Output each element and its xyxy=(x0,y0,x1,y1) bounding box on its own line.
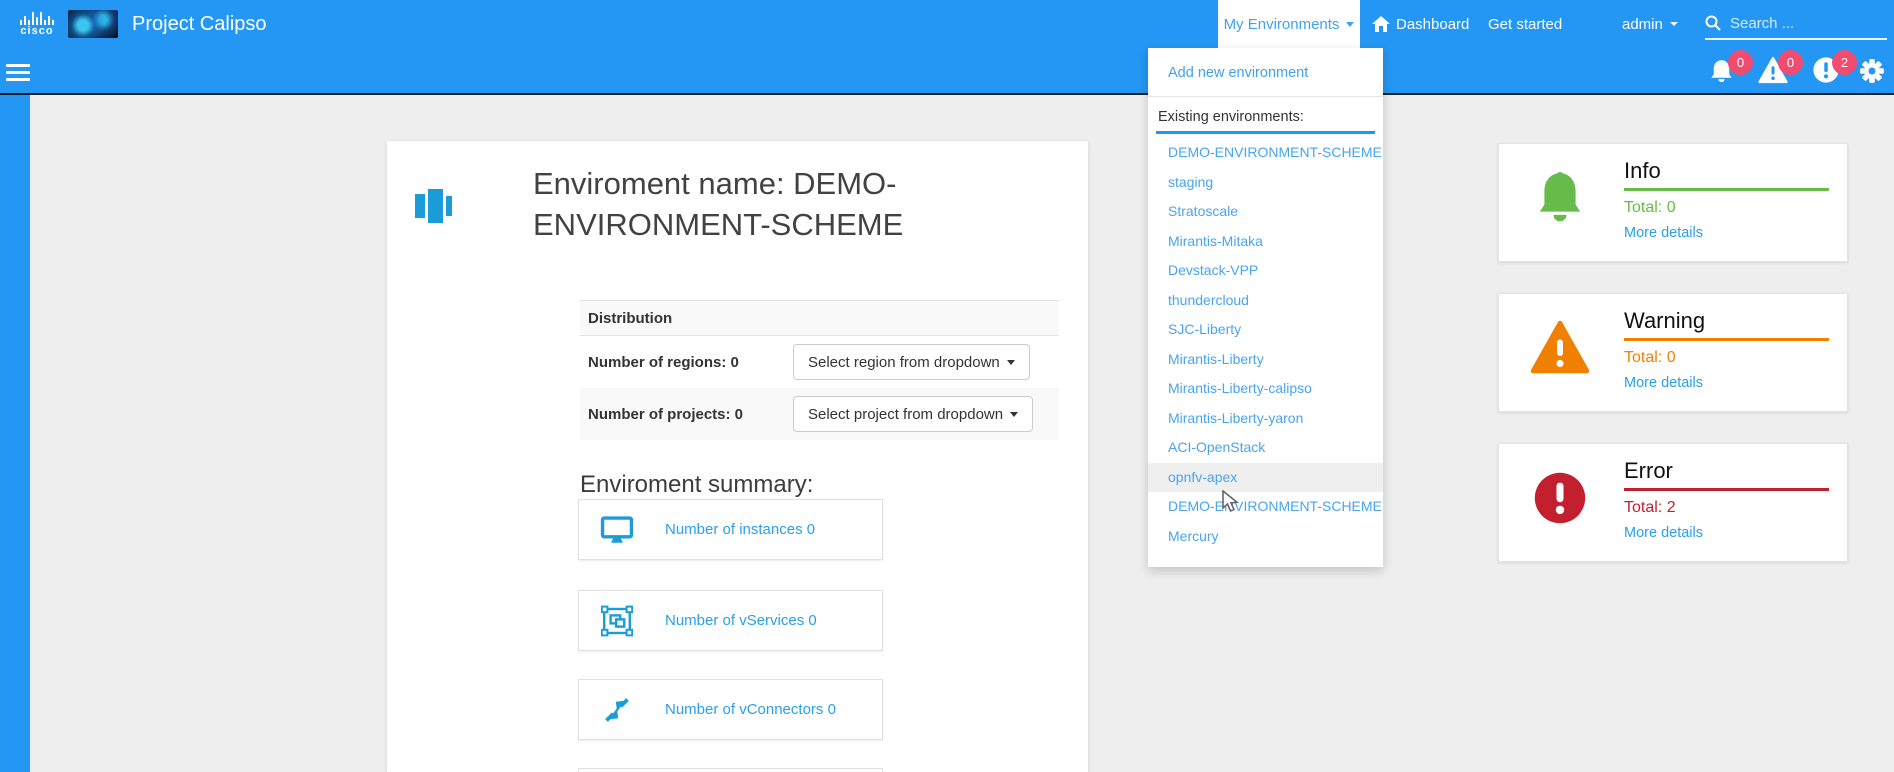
my-environments-label: My Environments xyxy=(1224,16,1340,33)
environment-item[interactable]: Mirantis-Liberty-yaron xyxy=(1148,404,1383,434)
mouse-cursor xyxy=(1222,490,1244,514)
info-more-details-link[interactable]: More details xyxy=(1624,225,1703,241)
select-project-label: Select project from dropdown xyxy=(808,406,1003,423)
vservice-icon xyxy=(597,605,637,637)
regions-row: Number of regions: 0 Select region from … xyxy=(580,336,1059,388)
bell-icon xyxy=(1529,170,1591,226)
notifications-bell-button[interactable]: 0 xyxy=(1708,56,1738,86)
distribution-header: Distribution xyxy=(580,300,1059,336)
select-project-dropdown-button[interactable]: Select project from dropdown xyxy=(793,396,1033,432)
instances-summary-card[interactable]: Number of instances 0 xyxy=(578,499,883,560)
vconnectors-summary-card[interactable]: Number of vConnectors 0 xyxy=(578,679,883,740)
warning-more-details-link[interactable]: More details xyxy=(1624,375,1703,391)
environment-item[interactable]: DEMO-ENVIRONMENT-SCHEME xyxy=(1148,492,1383,522)
select-region-label: Select region from dropdown xyxy=(808,354,1000,371)
get-started-label: Get started xyxy=(1488,16,1562,33)
vconnector-icon xyxy=(597,695,637,725)
sub-navbar: 0 0 2 xyxy=(0,48,1894,95)
search-input[interactable] xyxy=(1728,14,1882,33)
error-title: Error xyxy=(1624,458,1673,484)
vconnectors-count-label: Number of vConnectors 0 xyxy=(665,701,836,718)
select-region-dropdown-button[interactable]: Select region from dropdown xyxy=(793,344,1030,380)
environment-item[interactable]: SJC-Liberty xyxy=(1148,315,1383,345)
warning-status-card: Warning Total: 0 More details xyxy=(1498,293,1848,412)
vservices-count-label: Number of vServices 0 xyxy=(665,612,817,629)
environment-item[interactable]: DEMO-ENVIRONMENT-SCHEME xyxy=(1148,138,1383,168)
hamburger-menu-button[interactable] xyxy=(6,60,30,85)
my-environments-dropdown: Add new environment Existing environment… xyxy=(1148,48,1383,567)
chevron-down-icon xyxy=(1007,360,1015,365)
info-status-card: Info Total: 0 More details xyxy=(1498,143,1848,262)
error-circle-icon xyxy=(1529,470,1591,526)
page-title-line1: Enviroment name: DEMO- xyxy=(533,163,1003,204)
warning-underline xyxy=(1624,338,1829,341)
environment-item[interactable]: staging xyxy=(1148,168,1383,198)
error-status-card: Error Total: 2 More details xyxy=(1498,443,1848,562)
error-more-details-link[interactable]: More details xyxy=(1624,525,1703,541)
info-total: Total: 0 xyxy=(1624,199,1676,217)
environment-item[interactable]: Stratoscale xyxy=(1148,197,1383,227)
projects-label: Number of projects: 0 xyxy=(588,406,793,423)
top-navbar: cisco Project Calipso My Environments Da… xyxy=(0,0,1894,48)
error-badge: 2 xyxy=(1832,50,1857,75)
errors-button[interactable]: 2 xyxy=(1812,56,1842,86)
warning-title: Warning xyxy=(1624,308,1705,334)
environment-item-hovered[interactable]: opnfv-apex xyxy=(1148,463,1383,493)
vservices-summary-card[interactable]: Number of vServices 0 xyxy=(578,590,883,651)
app-root: cisco Project Calipso My Environments Da… xyxy=(0,0,1894,772)
environment-icon xyxy=(415,189,452,223)
warning-badge: 0 xyxy=(1778,50,1803,75)
environment-item[interactable]: Devstack-VPP xyxy=(1148,256,1383,286)
environment-summary-heading: Enviroment summary: xyxy=(580,471,813,499)
app-title: Project Calipso xyxy=(132,13,267,36)
info-underline xyxy=(1624,188,1829,191)
warnings-button[interactable]: 0 xyxy=(1758,56,1788,86)
admin-menu-button[interactable]: admin xyxy=(1622,0,1678,48)
warning-total: Total: 0 xyxy=(1624,349,1676,367)
environment-item[interactable]: Mercury xyxy=(1148,522,1383,552)
error-underline xyxy=(1624,488,1829,491)
environment-item[interactable]: ACI-OpenStack xyxy=(1148,433,1383,463)
get-started-link[interactable]: Get started xyxy=(1488,0,1562,48)
brand-photo xyxy=(68,10,118,38)
environment-item[interactable]: Mirantis-Mitaka xyxy=(1148,227,1383,257)
cisco-logo-text: cisco xyxy=(20,26,53,37)
regions-label: Number of regions: 0 xyxy=(588,354,793,371)
distribution-table: Distribution Number of regions: 0 Select… xyxy=(580,300,1059,440)
chevron-down-icon xyxy=(1010,412,1018,417)
bell-badge: 0 xyxy=(1728,50,1753,75)
page-title: Enviroment name: DEMO- ENVIRONMENT-SCHEM… xyxy=(533,163,1003,245)
search-box xyxy=(1705,8,1887,40)
home-icon xyxy=(1372,16,1390,32)
info-title: Info xyxy=(1624,158,1661,184)
monitor-icon xyxy=(597,515,637,545)
collapsed-sidebar xyxy=(0,95,30,772)
environment-item[interactable]: Mirantis-Liberty xyxy=(1148,345,1383,375)
dropdown-header-underline xyxy=(1156,131,1375,134)
my-environments-menu-button[interactable]: My Environments xyxy=(1218,0,1360,48)
brand: cisco Project Calipso xyxy=(20,0,267,48)
environment-item[interactable]: Mirantis-Liberty-calipso xyxy=(1148,374,1383,404)
summary-card-partial xyxy=(578,768,883,772)
environment-item[interactable]: thundercloud xyxy=(1148,286,1383,316)
dashboard-link[interactable]: Dashboard xyxy=(1372,0,1469,48)
gear-icon xyxy=(1858,57,1886,85)
chevron-down-icon xyxy=(1346,22,1354,27)
cisco-logo-bars xyxy=(20,11,54,25)
admin-label: admin xyxy=(1622,16,1663,33)
dashboard-label: Dashboard xyxy=(1396,16,1469,33)
projects-row: Number of projects: 0 Select project fro… xyxy=(580,388,1059,440)
existing-environments-header: Existing environments: xyxy=(1148,97,1383,131)
chevron-down-icon xyxy=(1670,22,1678,26)
search-icon xyxy=(1705,15,1721,31)
settings-button[interactable] xyxy=(1858,57,1888,87)
environment-card: Enviroment name: DEMO- ENVIRONMENT-SCHEM… xyxy=(387,141,1088,772)
error-total: Total: 2 xyxy=(1624,499,1676,517)
instances-count-label: Number of instances 0 xyxy=(665,521,815,538)
warning-triangle-icon xyxy=(1529,320,1591,374)
add-new-environment-link[interactable]: Add new environment xyxy=(1148,52,1383,92)
page-title-line2: ENVIRONMENT-SCHEME xyxy=(533,204,1003,245)
cisco-logo-icon: cisco xyxy=(20,11,54,37)
